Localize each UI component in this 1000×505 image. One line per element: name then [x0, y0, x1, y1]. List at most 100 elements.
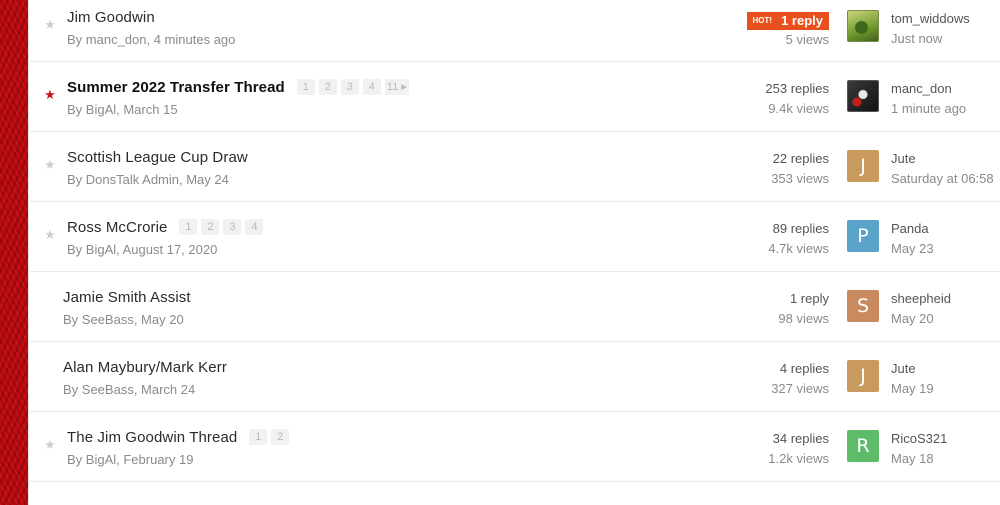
topic-row[interactable]: ★ Summer 2022 Transfer Thread 1 2 3 4 11 ▸ By B…: [29, 62, 1000, 132]
topic-author-line: By BigAl, March 15: [67, 102, 178, 117]
replies-line: 89 replies: [709, 219, 829, 239]
last-post-info: Panda May 23: [891, 219, 934, 259]
replies-line: 22 replies: [709, 149, 829, 169]
avatar[interactable]: J: [847, 150, 879, 182]
replies-count: 34 replies: [772, 431, 829, 446]
background-texture: [0, 0, 28, 505]
views-count: 353 views: [771, 171, 829, 186]
topic-stats: 253 replies 9.4k views: [709, 79, 829, 119]
replies-count: 1 reply: [777, 12, 829, 30]
topic-row[interactable]: ★ Scottish League Cup Draw By DonsTalk Adm…: [29, 132, 1000, 202]
topic-title-link[interactable]: Jamie Smith Assist: [63, 289, 191, 306]
page-link[interactable]: 2: [318, 79, 337, 95]
views-count: 9.4k views: [768, 101, 829, 116]
last-post-time[interactable]: May 20: [891, 309, 951, 329]
topic-row[interactable]: ★ Jim Goodwin By manc_don, 4 minutes ago HO…: [29, 0, 1000, 62]
views-count: 98 views: [778, 311, 829, 326]
last-poster-link[interactable]: Jute: [891, 359, 934, 379]
last-post-info: manc_don 1 minute ago: [891, 79, 966, 119]
page-link[interactable]: 3: [340, 79, 359, 95]
last-post-time[interactable]: Saturday at 06:58: [891, 169, 994, 189]
topic-title-line: The Jim Goodwin Thread 1 2: [67, 426, 290, 448]
topic-row[interactable]: Jamie Smith Assist By SeeBass, May 20 1 re…: [29, 272, 1000, 342]
avatar[interactable]: P: [847, 220, 879, 252]
last-poster-link[interactable]: Jute: [891, 149, 994, 169]
page-link[interactable]: 1: [296, 79, 315, 95]
pagination: 1 2 3 4 11 ▸: [296, 79, 409, 95]
page-link[interactable]: 1: [249, 429, 268, 445]
last-poster-link[interactable]: tom_widdows: [891, 9, 970, 29]
page-link[interactable]: 2: [271, 429, 290, 445]
page-link[interactable]: 11 ▸: [384, 79, 409, 95]
last-post-time[interactable]: Just now: [891, 29, 970, 49]
last-post-info: Jute Saturday at 06:58: [891, 149, 994, 189]
star-icon[interactable]: ★: [43, 158, 57, 172]
topic-author-line: By BigAl, February 19: [67, 452, 194, 467]
pagination: 12: [249, 429, 290, 445]
topic-author-line: By BigAl, August 17, 2020: [67, 242, 218, 257]
topic-stats: 4 replies 327 views: [709, 359, 829, 399]
views-count: 1.2k views: [768, 451, 829, 466]
replies-count: 253 replies: [765, 81, 829, 96]
replies-count: 22 replies: [772, 151, 829, 166]
last-post-time[interactable]: May 18: [891, 449, 947, 469]
avatar[interactable]: R: [847, 430, 879, 462]
avatar[interactable]: J: [847, 360, 879, 392]
avatar[interactable]: [847, 80, 879, 112]
topic-list: ★ Jim Goodwin By manc_don, 4 minutes ago HO…: [28, 0, 1000, 505]
topic-author-line: By DonsTalk Admin, May 24: [67, 172, 229, 187]
topic-stats: 34 replies 1.2k views: [709, 429, 829, 469]
topic-author-line: By SeeBass, May 20: [63, 312, 184, 327]
star-icon[interactable]: ★: [43, 88, 57, 102]
replies-count: 4 replies: [779, 361, 829, 376]
topic-title-link[interactable]: Jim Goodwin: [67, 9, 155, 26]
hot-badge: HOT! 1 reply: [746, 12, 829, 30]
replies-line: 4 replies: [709, 359, 829, 379]
page-link[interactable]: 4: [245, 219, 264, 235]
replies-line: 253 replies: [709, 79, 829, 99]
replies-line: HOT! 1 reply: [709, 9, 829, 30]
topic-author-line: By SeeBass, March 24: [63, 382, 196, 397]
topic-stats: 89 replies 4.7k views: [709, 219, 829, 259]
star-icon[interactable]: ★: [43, 18, 57, 32]
topic-title-link[interactable]: The Jim Goodwin Thread: [67, 429, 237, 446]
last-poster-link[interactable]: manc_don: [891, 79, 966, 99]
last-post-info: sheepheid May 20: [891, 289, 951, 329]
replies-line: 1 reply: [709, 289, 829, 309]
topic-author-line: By manc_don, 4 minutes ago: [67, 32, 236, 47]
topic-title-link[interactable]: Alan Maybury/Mark Kerr: [63, 359, 227, 376]
last-poster-link[interactable]: Panda: [891, 219, 934, 239]
star-icon[interactable]: ★: [43, 228, 57, 242]
topic-row[interactable]: ★ The Jim Goodwin Thread 1 2 By BigAl, Febru…: [29, 412, 1000, 482]
topic-title-line: Ross McCrorie 1 2 3 4: [67, 216, 264, 238]
last-poster-link[interactable]: RicoS321: [891, 429, 947, 449]
topic-title-link[interactable]: Summer 2022 Transfer Thread: [67, 79, 285, 96]
last-post-time[interactable]: May 23: [891, 239, 934, 259]
hot-label: HOT!: [746, 12, 778, 30]
replies-count: 89 replies: [772, 221, 829, 236]
page-link[interactable]: 2: [201, 219, 220, 235]
topic-stats: 1 reply 98 views: [709, 289, 829, 329]
topic-title-link[interactable]: Scottish League Cup Draw: [67, 149, 248, 166]
avatar[interactable]: [847, 10, 879, 42]
topic-title-line: Summer 2022 Transfer Thread 1 2 3 4 11 ▸: [67, 76, 409, 98]
page-link[interactable]: 1: [179, 219, 198, 235]
last-poster-link[interactable]: sheepheid: [891, 289, 951, 309]
replies-line: 34 replies: [709, 429, 829, 449]
topic-title-link[interactable]: Ross McCrorie: [67, 219, 167, 236]
topic-title-line: Jim Goodwin: [67, 6, 155, 28]
page-link[interactable]: 3: [223, 219, 242, 235]
last-post-time[interactable]: 1 minute ago: [891, 99, 966, 119]
last-post-info: Jute May 19: [891, 359, 934, 399]
topic-row[interactable]: ★ Ross McCrorie 1 2 3 4 By BigAl, August 17, 2…: [29, 202, 1000, 272]
star-icon[interactable]: ★: [43, 438, 57, 452]
topic-stats: 22 replies 353 views: [709, 149, 829, 189]
last-post-time[interactable]: May 19: [891, 379, 934, 399]
views-count: 327 views: [771, 381, 829, 396]
views-count: 5 views: [785, 32, 829, 47]
topic-title-line: Scottish League Cup Draw: [67, 146, 248, 168]
topic-title-line: Alan Maybury/Mark Kerr: [63, 356, 227, 378]
page-link[interactable]: 4: [362, 79, 381, 95]
avatar[interactable]: S: [847, 290, 879, 322]
topic-row[interactable]: Alan Maybury/Mark Kerr By SeeBass, March …: [29, 342, 1000, 412]
